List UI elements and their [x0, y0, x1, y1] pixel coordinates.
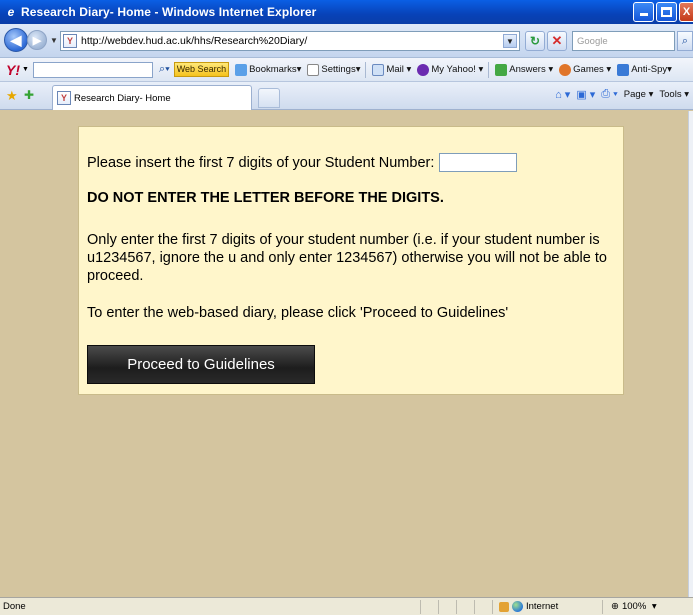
toolbar-item-label: Bookmarks — [249, 64, 297, 75]
window-title: Research Diary- Home - Windows Internet … — [21, 5, 317, 19]
yahoo-logo[interactable]: Y! — [6, 62, 20, 78]
zoom-dropdown-icon: ▾ — [649, 601, 657, 612]
status-text: Done — [3, 601, 26, 612]
toolbar-item-bookmarks[interactable]: Bookmarks ▾ — [235, 63, 301, 76]
status-cell — [474, 599, 492, 614]
url-text: http://webdev.hud.ac.uk/hhs/Research%20D… — [81, 35, 308, 47]
toolbar-separator — [488, 61, 490, 78]
toolbar-item-mail[interactable]: Mail ▾ — [372, 63, 411, 76]
zoom-control[interactable]: ⊕ 100% ▾ — [602, 599, 657, 614]
refresh-icon: ↻ — [529, 34, 541, 48]
globe-icon — [512, 601, 523, 612]
vertical-scrollbar[interactable] — [688, 111, 693, 597]
search-icon: ⌕ — [681, 34, 689, 47]
mail-icon — [372, 63, 385, 76]
address-input[interactable]: Y http://webdev.hud.ac.uk/hhs/Research%2… — [60, 31, 520, 51]
search-button[interactable]: ⌕ — [677, 31, 693, 51]
tools-menu-label: Tools — [659, 89, 682, 100]
page-menu-label: Page — [623, 89, 646, 100]
stop-button[interactable]: ✕ — [547, 31, 567, 51]
zoom-level: 100% — [621, 601, 647, 612]
toolbar-item-games[interactable]: Games ▾ — [559, 63, 611, 76]
maximize-icon — [661, 7, 672, 17]
zoom-icon: ⊕ — [611, 601, 619, 612]
toolbar-item-label: Answers — [509, 64, 546, 75]
close-button[interactable]: X — [679, 2, 693, 22]
search-placeholder: Google — [577, 35, 608, 47]
tools-menu[interactable]: Tools ▾ — [659, 89, 689, 100]
address-dropdown-icon[interactable]: ▼ — [503, 34, 517, 48]
home-icon[interactable]: ⌂ ▾ — [555, 88, 570, 101]
ie-logo-icon: e — [7, 5, 15, 19]
toolbar-item-label: My Yahoo! — [431, 64, 476, 75]
settings-icon — [307, 63, 320, 76]
yahoo-toolbar: Y! ▼ ⌕▾ Web Search Bookmarks ▾ Settings ▾ … — [0, 58, 693, 82]
student-number-panel: Please insert the first 7 digits of your… — [78, 126, 624, 395]
minimize-button[interactable] — [633, 2, 654, 22]
protected-mode-icon — [499, 601, 509, 612]
address-bar-row: ◀ ▶ ▼ Y http://webdev.hud.ac.uk/hhs/Rese… — [0, 24, 693, 58]
bookmarks-icon — [235, 63, 248, 76]
page-menu[interactable]: Page ▾ — [624, 89, 654, 100]
favorites-star-icon[interactable]: ★ — [6, 88, 18, 104]
stop-icon: ✕ — [551, 33, 563, 48]
security-zone[interactable]: Internet — [492, 599, 602, 614]
status-cell — [456, 599, 474, 614]
window-controls: X — [633, 2, 693, 22]
window-titlebar: e Research Diary- Home - Windows Interne… — [0, 0, 693, 24]
print-icon[interactable]: ⎙ ▾ — [601, 88, 617, 101]
forward-icon: ▶ — [32, 34, 42, 47]
back-icon: ◀ — [10, 31, 22, 48]
page-content: Please insert the first 7 digits of your… — [0, 111, 688, 597]
warning-text: DO NOT ENTER THE LETTER BEFORE THE DIGIT… — [87, 190, 444, 206]
refresh-button[interactable]: ↻ — [525, 31, 545, 51]
proceed-hint-text: To enter the web-based diary, please cli… — [87, 305, 509, 321]
forward-button[interactable]: ▶ — [27, 30, 47, 50]
toolbar-item-anti-spy[interactable]: Anti-Spy ▾ — [617, 63, 672, 76]
my-yahoo-icon — [417, 63, 430, 76]
new-tab-button[interactable] — [258, 88, 280, 108]
yahoo-search-input[interactable] — [32, 61, 153, 78]
status-cell — [438, 599, 456, 614]
back-button[interactable]: ◀ — [4, 28, 28, 52]
tab-bar: ★ ✚ Y Research Diary- Home ⌂ ▾ ▣ ▾ ⎙ ▾ P… — [0, 82, 693, 110]
toolbar-item-answers[interactable]: Answers ▾ — [495, 63, 553, 76]
minimize-icon — [640, 13, 648, 16]
toolbar-separator — [365, 61, 367, 78]
toolbar-item-settings[interactable]: Settings ▾ — [307, 63, 360, 76]
maximize-button[interactable] — [656, 2, 677, 22]
zone-label: Internet — [526, 601, 559, 612]
instructions-text: Only enter the first 7 digits of your st… — [87, 232, 607, 284]
toolbar-item-label: Settings — [321, 64, 356, 75]
toolbar-item-label: Anti-Spy — [631, 64, 668, 75]
add-favorites-icon[interactable]: ✚ — [24, 88, 34, 102]
tab-research-diary-home[interactable]: Y Research Diary- Home — [52, 85, 252, 110]
student-number-input[interactable] — [439, 153, 518, 172]
games-icon — [559, 63, 572, 76]
yahoo-search-icon[interactable]: ⌕▾ — [159, 63, 170, 76]
toolbar-item-label: Games — [573, 64, 604, 75]
recent-pages-dropdown-icon[interactable]: ▼ — [50, 36, 58, 45]
feeds-icon[interactable]: ▣ ▾ — [576, 88, 595, 101]
anti-spy-icon — [617, 63, 630, 76]
proceed-to-guidelines-button[interactable]: Proceed to Guidelines — [87, 345, 315, 384]
command-bar: ⌂ ▾ ▣ ▾ ⎙ ▾ Page ▾ Tools ▾ — [555, 88, 689, 101]
tab-label: Research Diary- Home — [74, 92, 171, 104]
toolbar-item-my-yahoo[interactable]: My Yahoo! ▾ — [417, 63, 483, 76]
page-icon: Y — [57, 91, 71, 105]
student-number-label: Please insert the first 7 digits of your… — [87, 154, 435, 171]
status-bar: Done Internet ⊕ 100% ▾ — [0, 597, 693, 615]
status-cell — [420, 599, 438, 614]
search-input[interactable]: Google — [572, 31, 675, 51]
close-icon: X — [682, 6, 691, 18]
yahoo-web-search-button[interactable]: Web Search — [173, 62, 230, 77]
answers-icon — [495, 63, 508, 76]
student-number-row: Please insert the first 7 digits of your… — [87, 153, 518, 172]
yahoo-menu-dropdown-icon[interactable]: ▼ — [22, 66, 29, 73]
toolbar-item-label: Mail — [386, 64, 404, 75]
page-icon: Y — [63, 34, 77, 48]
